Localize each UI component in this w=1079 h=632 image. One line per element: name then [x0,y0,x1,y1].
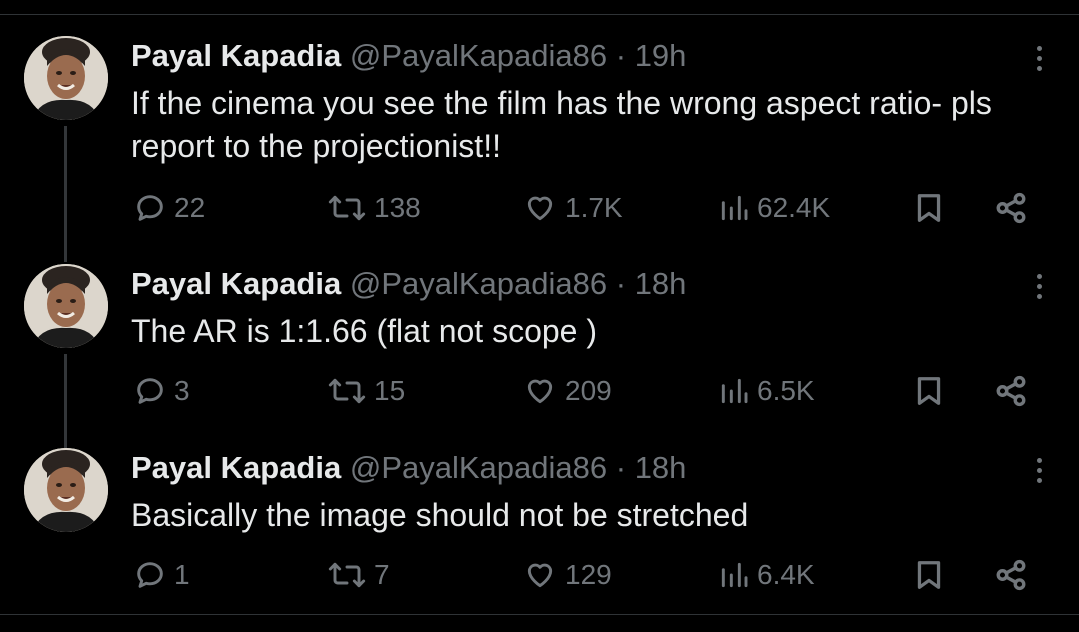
heart-icon [527,379,553,404]
avatar-photo [24,448,108,532]
retweet-button[interactable]: 7 [328,555,390,595]
reply-count: 1 [174,559,190,590]
retweet-icon [328,378,366,404]
tweet-text: The AR is 1:1.66 (flat not scope ) [131,313,598,349]
more-vertical-icon [1036,273,1042,279]
avatar-photo [24,264,108,348]
retweet-button[interactable]: 138 [328,188,421,228]
like-count: 1.7K [565,192,623,223]
share-button[interactable] [994,371,1028,411]
tweet-actions: 22 138 1.7K 62.4K [0,188,1079,228]
avatar-photo [24,36,108,120]
share-icon [996,192,1026,224]
retweet-count: 138 [374,192,421,223]
tweet-text: Basically the image should not be stretc… [131,497,749,533]
view-count: 6.5K [757,375,815,406]
top-divider [0,14,1079,15]
tweet-header: Payal Kapadia @PayalKapadia86 · 18h [131,264,686,304]
header-separator: · [615,266,627,301]
more-options-button[interactable] [1026,452,1052,488]
tweet[interactable]: Payal Kapadia @PayalKapadia86 · 18h The … [0,264,1079,448]
bookmark-button[interactable] [914,371,944,411]
author-handle[interactable]: @PayalKapadia86 [350,450,607,485]
tweet-header: Payal Kapadia @PayalKapadia86 · 18h [131,448,686,488]
reply-button[interactable]: 1 [134,555,190,595]
timestamp[interactable]: 18h [635,450,687,485]
retweet-icon [328,562,366,588]
reply-count: 22 [174,192,206,223]
tweet-text: If the cinema you see the film has the w… [131,85,992,164]
bookmark-icon [917,561,941,589]
share-icon [996,559,1026,591]
retweet-count: 15 [374,375,406,406]
views-bar-chart-icon [721,562,748,588]
author-name[interactable]: Payal Kapadia [131,266,341,301]
reply-icon [137,562,163,588]
header-separator: · [615,38,627,73]
avatar[interactable] [24,448,108,532]
reply-button[interactable]: 3 [134,371,190,411]
bookmark-button[interactable] [914,555,944,595]
timestamp[interactable]: 19h [635,38,687,73]
views-button[interactable]: 6.4K [719,555,815,595]
heart-icon [527,196,553,221]
share-icon [996,375,1026,407]
like-count: 209 [565,375,612,406]
bottom-divider [0,614,1079,615]
tweet[interactable]: Payal Kapadia @PayalKapadia86 · 19h If t… [0,36,1079,224]
author-name[interactable]: Payal Kapadia [131,38,341,73]
views-bar-chart-icon [721,378,748,404]
tweet[interactable]: Payal Kapadia @PayalKapadia86 · 18h Basi… [0,448,1079,632]
reply-count: 3 [174,375,190,406]
author-handle[interactable]: @PayalKapadia86 [350,266,607,301]
share-button[interactable] [994,555,1028,595]
view-count: 6.4K [757,559,815,590]
like-button[interactable]: 209 [523,371,612,411]
author-name[interactable]: Payal Kapadia [131,450,341,485]
heart-icon [527,563,553,588]
like-button[interactable]: 129 [523,555,612,595]
retweet-count: 7 [374,559,390,590]
tweet-actions: 3 15 209 6.5K [0,371,1079,411]
like-count: 129 [565,559,612,590]
share-button[interactable] [994,188,1028,228]
like-button[interactable]: 1.7K [523,188,623,228]
views-button[interactable]: 6.5K [719,371,815,411]
retweet-icon [328,195,366,221]
tweet-actions: 1 7 129 6.4K [0,555,1079,595]
tweet-header: Payal Kapadia @PayalKapadia86 · 19h [131,36,686,76]
header-separator: · [615,450,627,485]
reply-button[interactable]: 22 [134,188,205,228]
avatar[interactable] [24,264,108,348]
view-count: 62.4K [757,192,831,223]
reply-icon [137,378,163,404]
more-options-button[interactable] [1026,40,1052,76]
more-vertical-icon [1036,457,1042,463]
more-vertical-icon [1036,45,1042,51]
views-bar-chart-icon [721,195,748,221]
reply-icon [137,195,163,221]
avatar[interactable] [24,36,108,120]
author-handle[interactable]: @PayalKapadia86 [350,38,607,73]
bookmark-button[interactable] [914,188,944,228]
bookmark-icon [917,194,941,222]
views-button[interactable]: 62.4K [719,188,830,228]
more-options-button[interactable] [1026,268,1052,304]
retweet-button[interactable]: 15 [328,371,405,411]
timestamp[interactable]: 18h [635,266,687,301]
bookmark-icon [917,377,941,405]
